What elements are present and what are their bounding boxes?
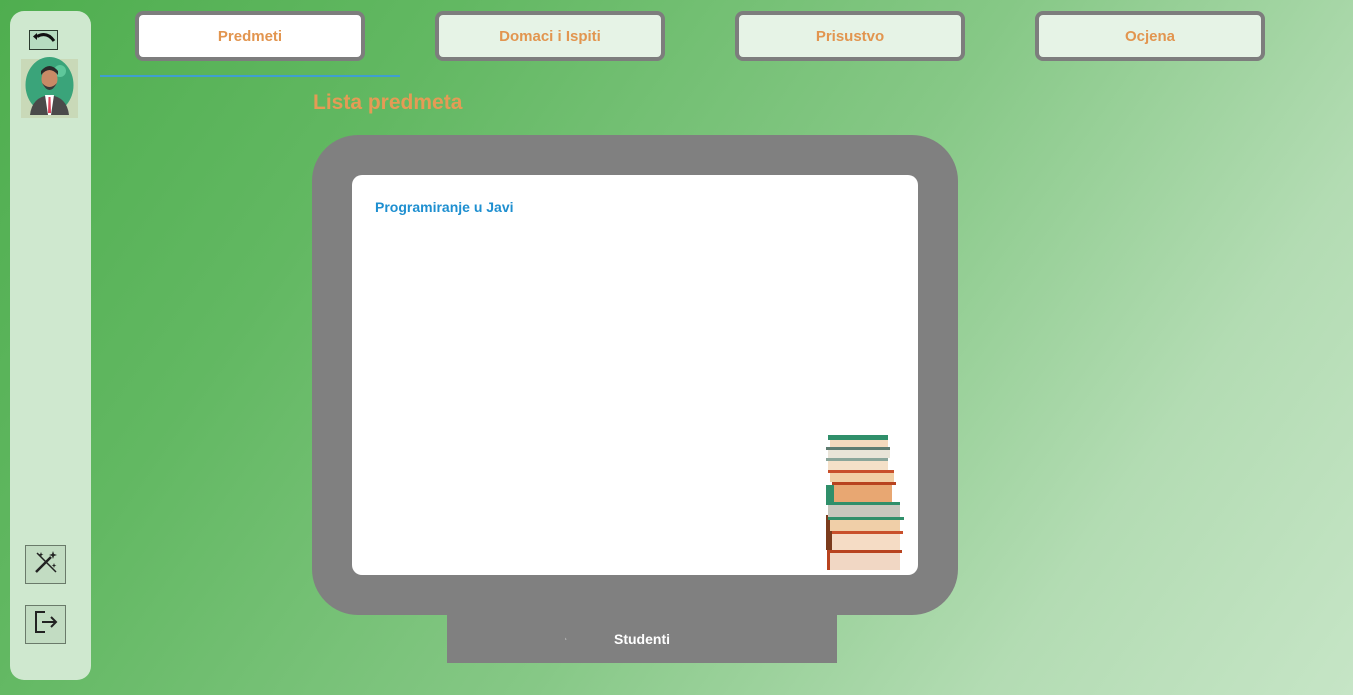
tab-ocjena[interactable]: Ocjena bbox=[1035, 11, 1265, 61]
user-avatar-icon bbox=[24, 57, 75, 120]
monitor-frame: Programiranje u Javi bbox=[312, 135, 958, 615]
tab-predmeti[interactable]: Predmeti bbox=[135, 11, 365, 61]
books-stack-icon bbox=[822, 433, 906, 575]
tab-prisustvo[interactable]: Prisustvo bbox=[735, 11, 965, 61]
page-title: Lista predmeta bbox=[313, 91, 463, 114]
studenti-button[interactable]: ¹ Studenti bbox=[447, 615, 837, 663]
undo-arrow-icon bbox=[31, 29, 57, 51]
avatar[interactable] bbox=[21, 57, 78, 120]
logout-icon bbox=[33, 609, 59, 640]
magic-wand-button[interactable] bbox=[25, 545, 66, 584]
back-button[interactable] bbox=[29, 30, 58, 50]
logout-button[interactable] bbox=[25, 605, 66, 644]
active-tab-underline bbox=[100, 75, 400, 77]
magic-wand-icon bbox=[33, 549, 59, 580]
sidebar bbox=[10, 11, 91, 680]
tab-domaci-i-ispiti[interactable]: Domaci i Ispiti bbox=[435, 11, 665, 61]
list-item-subject[interactable]: Programiranje u Javi bbox=[375, 199, 514, 215]
stand-marker: ¹ bbox=[565, 637, 567, 643]
subject-list: Programiranje u Javi bbox=[352, 175, 918, 575]
studenti-label: Studenti bbox=[614, 631, 670, 647]
